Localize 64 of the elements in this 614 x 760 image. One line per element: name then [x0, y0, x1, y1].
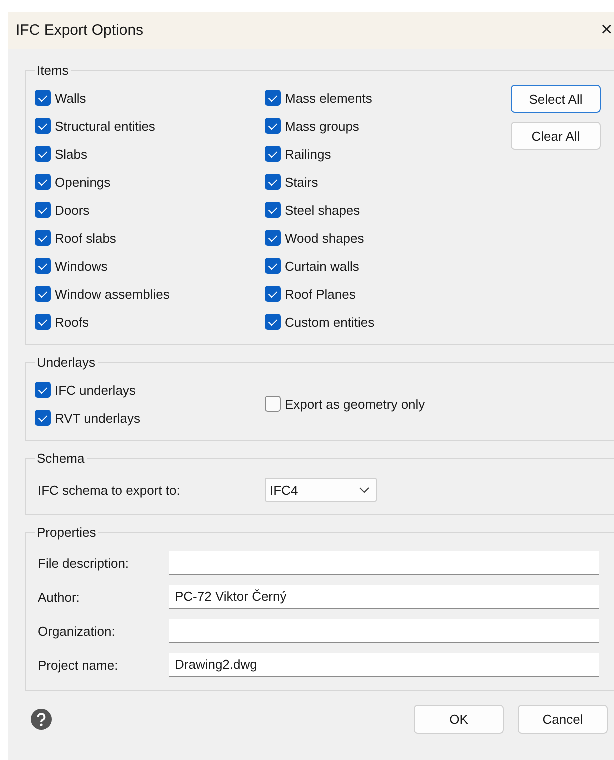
checkbox-label: Roofs: [55, 314, 89, 330]
text-field[interactable]: PC-72 Viktor Černý: [169, 585, 599, 609]
checkbox-label: Mass groups: [285, 118, 360, 134]
text-field[interactable]: [169, 551, 599, 575]
checkbox-label: RVT underlays: [55, 410, 141, 426]
text-field[interactable]: [169, 619, 599, 643]
checkbox-label: Roof Planes: [285, 286, 356, 302]
checkbox-label: Export as geometry only: [285, 396, 426, 412]
checkbox[interactable]: [265, 286, 281, 302]
checkbox[interactable]: [265, 90, 281, 106]
checkbox-label: Doors: [55, 202, 90, 218]
checkbox-label: Roof slabs: [55, 230, 116, 246]
field-label: Author:: [37, 590, 81, 604]
checkbox-label: Structural entities: [55, 118, 156, 134]
checkbox[interactable]: [35, 286, 51, 302]
checkbox-label: Curtain walls: [285, 258, 360, 274]
checkbox[interactable]: [265, 396, 281, 412]
group-title: Items: [36, 63, 70, 78]
checkbox[interactable]: [35, 410, 51, 426]
checkbox-label: Walls: [55, 90, 86, 106]
checkbox[interactable]: [35, 230, 51, 246]
checkbox[interactable]: [35, 118, 51, 134]
checkbox[interactable]: [265, 314, 281, 330]
checkbox-label: Openings: [55, 174, 111, 190]
checkbox[interactable]: [35, 90, 51, 106]
checkbox-label: Slabs: [55, 146, 88, 162]
field-label: IFC schema to export to:: [37, 482, 182, 498]
close-button[interactable]: ×: [600, 19, 614, 42]
field-label: File description:: [37, 556, 130, 570]
checkbox-label: Windows: [55, 258, 108, 274]
checkbox[interactable]: [265, 146, 281, 162]
checkbox-label: Window assemblies: [55, 286, 170, 302]
checkbox[interactable]: [265, 118, 281, 134]
cancel-button[interactable]: Cancel: [518, 705, 608, 734]
checkbox[interactable]: [35, 314, 51, 330]
group-title: Schema: [36, 451, 86, 466]
field-label: Project name:: [37, 658, 120, 672]
checkbox-label: Wood shapes: [285, 230, 364, 246]
checkbox[interactable]: [35, 146, 51, 162]
select-all-button[interactable]: Select All: [511, 85, 601, 113]
window-title: IFC Export Options: [16, 22, 144, 39]
clear-all-button[interactable]: Clear All: [511, 122, 601, 150]
text-field[interactable]: Drawing2.dwg: [169, 653, 599, 677]
chevron-down-icon: [359, 486, 370, 494]
checkbox[interactable]: [35, 382, 51, 398]
group-title: Properties: [36, 525, 98, 540]
checkbox[interactable]: [265, 202, 281, 218]
help-icon[interactable]: [31, 709, 52, 730]
checkbox-label: Steel shapes: [285, 202, 360, 218]
checkbox-label: Stairs: [285, 174, 318, 190]
checkbox-label: Mass elements: [285, 90, 372, 106]
checkbox[interactable]: [265, 230, 281, 246]
checkbox[interactable]: [35, 258, 51, 274]
checkbox[interactable]: [265, 258, 281, 274]
schema-dropdown[interactable]: IFC4: [265, 478, 377, 502]
ok-button[interactable]: OK: [414, 705, 504, 734]
checkbox-label: Custom entities: [285, 314, 375, 330]
checkbox-label: Railings: [285, 146, 332, 162]
checkbox[interactable]: [35, 174, 51, 190]
field-label: Organization:: [37, 624, 116, 638]
group-title: Underlays: [36, 355, 97, 370]
checkbox[interactable]: [265, 174, 281, 190]
checkbox-label: IFC underlays: [55, 382, 136, 398]
checkbox[interactable]: [35, 202, 51, 218]
